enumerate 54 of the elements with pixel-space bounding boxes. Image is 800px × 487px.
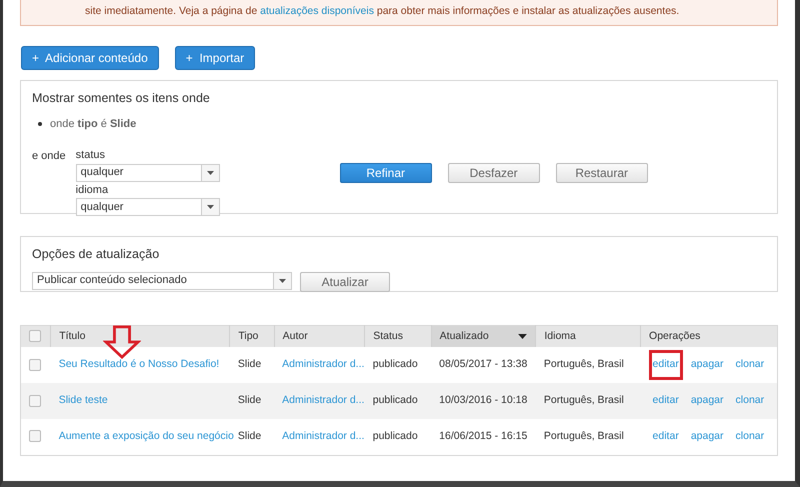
title-link[interactable]: Seu Resultado é o Nosso Desafio!: [58, 358, 220, 370]
dropdown-field[interactable]: qualquer: [76, 164, 220, 182]
title-link[interactable]: Slide teste: [58, 394, 108, 406]
filter-button[interactable]: Refinar: [340, 163, 432, 183]
row-checkbox[interactable]: [29, 394, 41, 407]
type-cell: Slide: [230, 383, 274, 420]
field-label: idioma: [76, 182, 110, 198]
row-checkbox[interactable]: [29, 430, 41, 442]
field-label: status: [76, 148, 106, 163]
and-label: e onde: [32, 149, 66, 164]
author-link[interactable]: Administrador d...: [282, 358, 364, 370]
language-cell: Português, Brasil: [536, 347, 641, 384]
filter-title: Mostrar somentes os itens onde: [32, 90, 211, 107]
operation-link[interactable]: apagar: [686, 350, 728, 380]
operation-link[interactable]: clonar: [732, 422, 768, 452]
filter-button[interactable]: Desfazer: [448, 163, 540, 183]
update-button[interactable]: Atualizar: [300, 272, 390, 292]
dropdown-field[interactable]: qualquer: [76, 198, 220, 216]
filter-condition: onde tipo é Slide: [50, 116, 136, 132]
warning-message: site imediatamente. Veja a página de atualizações disponíveis para obter mais informações e instalar as atualizações ausentes.: [20, 0, 778, 26]
operation-link[interactable]: apagar: [686, 386, 728, 416]
arrow-icon: [102, 325, 141, 360]
operation-link[interactable]: editar: [648, 422, 683, 452]
date-cell: 08/05/2017 - 13:38: [431, 347, 536, 384]
row-checkbox[interactable]: [29, 358, 41, 371]
date-cell: 10/03/2016 - 10:18: [431, 383, 536, 420]
status-cell: publicado: [364, 347, 432, 384]
author-link[interactable]: Administrador d...: [282, 430, 364, 442]
operation-link[interactable]: editar: [648, 350, 683, 380]
status-cell: publicado: [364, 419, 432, 456]
dropdown-field[interactable]: Publicar conteúdo selecionado: [32, 272, 292, 290]
operation-link[interactable]: apagar: [686, 422, 728, 452]
language-cell: Português, Brasil: [536, 383, 641, 420]
title-link[interactable]: Aumente a exposição do seu negócio: [58, 430, 234, 442]
select-all-checkbox[interactable]: [29, 330, 41, 342]
add-button[interactable]: + Importar: [174, 46, 256, 70]
caret-icon: [206, 170, 214, 174]
bullet-icon: [38, 122, 42, 126]
type-cell: Slide: [230, 347, 274, 384]
operation-link[interactable]: clonar: [732, 386, 768, 416]
add-button[interactable]: + Adicionar conteúdo: [21, 46, 159, 70]
caret-icon: [206, 205, 214, 209]
filter-button[interactable]: Restaurar: [556, 163, 648, 183]
sort-icon: [518, 334, 528, 339]
column-header[interactable]: Título: [59, 328, 86, 344]
date-cell: 16/06/2015 - 16:15: [431, 419, 536, 456]
updates-link[interactable]: atualizações disponíveis: [260, 5, 374, 17]
caret-icon: [279, 278, 286, 282]
status-cell: publicado: [364, 383, 432, 420]
language-cell: Português, Brasil: [536, 419, 641, 456]
column-header[interactable]: Autor: [282, 328, 308, 344]
update-options-title: Opções de atualização: [32, 246, 160, 263]
operation-link[interactable]: editar: [648, 386, 683, 416]
operation-link[interactable]: clonar: [732, 350, 768, 380]
